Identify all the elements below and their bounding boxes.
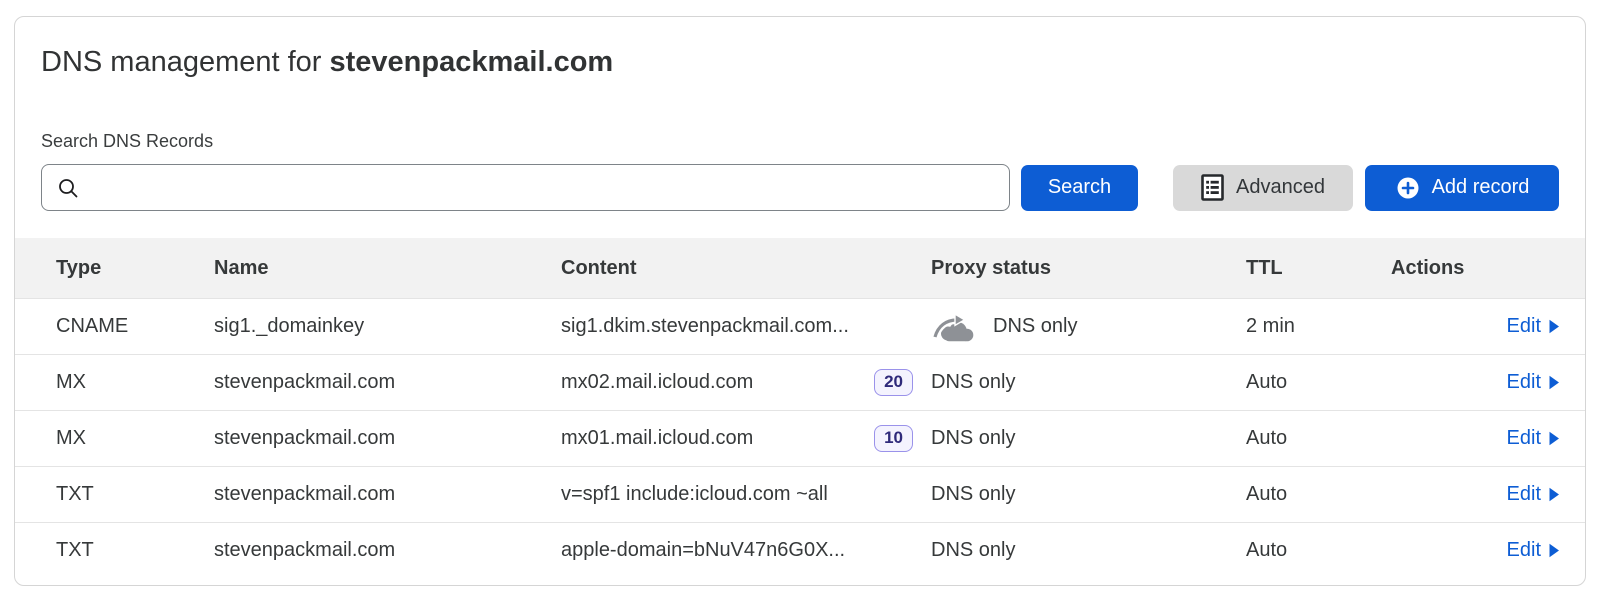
edit-record-button[interactable]: Edit: [1507, 483, 1560, 506]
cell-proxy-status: DNS only: [931, 371, 1246, 394]
cell-proxy-status: DNS only: [931, 483, 1246, 506]
cell-actions: Edit: [1391, 315, 1560, 338]
cell-ttl: 2 min: [1246, 315, 1391, 338]
page-title-prefix: DNS management for: [41, 46, 330, 78]
proxy-status-value: DNS only: [993, 315, 1077, 338]
edit-label: Edit: [1507, 539, 1541, 562]
cell-content: v=spf1 include:icloud.com ~all: [561, 483, 931, 506]
table-row: MX stevenpackmail.com mx01.mail.icloud.c…: [15, 410, 1585, 466]
proxy-status-value: DNS only: [931, 483, 1015, 506]
page-title: DNS management for stevenpackmail.com: [41, 46, 1559, 79]
cell-name: sig1._domainkey: [214, 315, 561, 338]
cell-ttl: Auto: [1246, 483, 1391, 506]
cell-type: CNAME: [56, 315, 214, 338]
search-label: Search DNS Records: [41, 131, 1559, 152]
cell-proxy-status: DNS only: [931, 427, 1246, 450]
edit-record-button[interactable]: Edit: [1507, 539, 1560, 562]
edit-record-button[interactable]: Edit: [1507, 371, 1560, 394]
proxy-status-value: DNS only: [931, 427, 1015, 450]
content-value: v=spf1 include:icloud.com ~all: [561, 483, 828, 506]
advanced-button[interactable]: Advanced: [1173, 165, 1353, 211]
cell-name: stevenpackmail.com: [214, 427, 561, 450]
cell-content: sig1.dkim.stevenpackmail.com...: [561, 315, 931, 338]
cell-content: mx01.mail.icloud.com 10: [561, 425, 931, 452]
mx-priority-badge: 10: [874, 425, 913, 452]
list-document-icon: [1201, 174, 1224, 201]
cell-content: apple-domain=bNuV47n6G0X...: [561, 539, 931, 562]
column-header-proxy-status: Proxy status: [931, 257, 1246, 280]
triangle-right-icon: [1548, 486, 1560, 503]
table-row: TXT stevenpackmail.com apple-domain=bNuV…: [15, 522, 1585, 578]
content-value: sig1.dkim.stevenpackmail.com...: [561, 315, 849, 338]
edit-label: Edit: [1507, 315, 1541, 338]
column-header-actions: Actions: [1391, 257, 1560, 280]
search-input-container[interactable]: [41, 164, 1010, 211]
table-row: CNAME sig1._domainkey sig1.dkim.stevenpa…: [15, 298, 1585, 354]
cell-proxy-status: DNS only: [931, 539, 1246, 562]
cell-ttl: Auto: [1246, 539, 1391, 562]
add-record-button[interactable]: Add record: [1365, 165, 1559, 211]
advanced-button-label: Advanced: [1236, 176, 1325, 199]
content-value: apple-domain=bNuV47n6G0X...: [561, 539, 845, 562]
table-header-row: Type Name Content Proxy status TTL Actio…: [15, 238, 1585, 298]
cloud-arrow-icon: [931, 311, 976, 342]
mx-priority-badge: 20: [874, 369, 913, 396]
domain-name: stevenpackmail.com: [330, 46, 614, 78]
column-header-type: Type: [56, 257, 214, 280]
cell-proxy-status: DNS only: [931, 311, 1246, 342]
triangle-right-icon: [1548, 430, 1560, 447]
search-controls-row: Search Advanced Add record: [41, 164, 1559, 211]
cell-name: stevenpackmail.com: [214, 371, 561, 394]
cell-type: TXT: [56, 483, 214, 506]
cell-content: mx02.mail.icloud.com 20: [561, 369, 931, 396]
triangle-right-icon: [1548, 374, 1560, 391]
dns-management-card: DNS management for stevenpackmail.com Se…: [14, 16, 1586, 586]
cell-name: stevenpackmail.com: [214, 539, 561, 562]
cell-actions: Edit: [1391, 371, 1560, 394]
dns-records-table: Type Name Content Proxy status TTL Actio…: [15, 238, 1585, 578]
cell-actions: Edit: [1391, 483, 1560, 506]
cell-type: MX: [56, 427, 214, 450]
proxy-status-value: DNS only: [931, 539, 1015, 562]
search-input[interactable]: [90, 177, 995, 199]
cell-ttl: Auto: [1246, 427, 1391, 450]
table-row: TXT stevenpackmail.com v=spf1 include:ic…: [15, 466, 1585, 522]
column-header-name: Name: [214, 257, 561, 280]
cell-actions: Edit: [1391, 427, 1560, 450]
content-value: mx01.mail.icloud.com: [561, 427, 753, 450]
cell-actions: Edit: [1391, 539, 1560, 562]
triangle-right-icon: [1548, 542, 1560, 559]
cell-name: stevenpackmail.com: [214, 483, 561, 506]
column-header-content: Content: [561, 257, 931, 280]
triangle-right-icon: [1548, 318, 1560, 335]
cell-type: MX: [56, 371, 214, 394]
cell-type: TXT: [56, 539, 214, 562]
table-row: MX stevenpackmail.com mx02.mail.icloud.c…: [15, 354, 1585, 410]
column-header-ttl: TTL: [1246, 257, 1391, 280]
add-record-button-label: Add record: [1432, 176, 1530, 199]
edit-label: Edit: [1507, 371, 1541, 394]
content-value: mx02.mail.icloud.com: [561, 371, 753, 394]
edit-record-button[interactable]: Edit: [1507, 427, 1560, 450]
plus-circle-icon: [1395, 175, 1421, 201]
search-icon: [56, 176, 80, 200]
edit-label: Edit: [1507, 483, 1541, 506]
edit-record-button[interactable]: Edit: [1507, 315, 1560, 338]
cell-ttl: Auto: [1246, 371, 1391, 394]
proxy-status-value: DNS only: [931, 371, 1015, 394]
edit-label: Edit: [1507, 427, 1541, 450]
search-button[interactable]: Search: [1021, 165, 1138, 211]
